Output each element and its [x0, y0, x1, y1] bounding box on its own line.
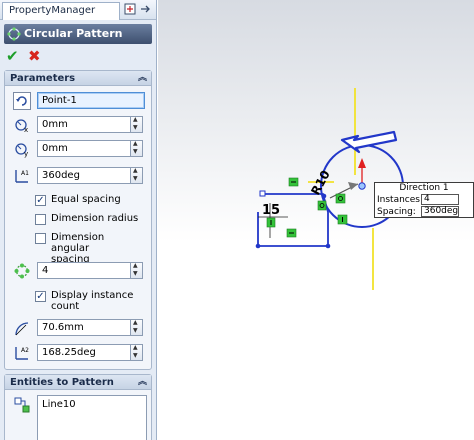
sketch-endpoint[interactable]: [259, 190, 266, 197]
svg-text:A2: A2: [21, 347, 29, 354]
equal-spacing-checkbox[interactable]: ✓: [35, 195, 46, 206]
tangent-relation-icon[interactable]: [335, 193, 346, 204]
property-manager-tab[interactable]: PropertyManager: [2, 2, 120, 20]
sketch-vertex[interactable]: [325, 243, 331, 249]
drag-arrow-handle[interactable]: [340, 130, 398, 154]
dimension-radius-checkbox[interactable]: [35, 214, 46, 225]
callout-title: Direction 1: [399, 183, 449, 193]
center-x-field[interactable]: 0mm: [37, 116, 131, 133]
direction-callout: Direction 1 Instances: 4 Spacing: 360deg: [374, 182, 474, 218]
entities-list[interactable]: Line10: [37, 395, 147, 440]
center-y-icon: y: [15, 143, 28, 158]
center-point-marker[interactable]: [358, 182, 366, 190]
direction-arrow-head: [358, 158, 366, 168]
center-y-field[interactable]: 0mm: [37, 140, 131, 157]
svg-text:y: y: [24, 150, 28, 158]
rotate-point-icon: [13, 92, 31, 110]
collapse-icon[interactable]: ︽: [138, 375, 147, 390]
angle-field[interactable]: 360deg: [37, 167, 131, 184]
center-y-spinner[interactable]: [131, 140, 143, 157]
entities-header-label: Entities to Pattern: [10, 377, 114, 388]
svg-text:x: x: [24, 126, 28, 134]
entities-group-header[interactable]: Entities to Pattern ︽: [5, 375, 151, 390]
center-x-icon: x: [15, 119, 28, 134]
center-point-field[interactable]: Point-1: [37, 92, 145, 109]
svg-text:A1: A1: [21, 170, 29, 177]
sketch-entity-icon: [14, 397, 30, 413]
instances-icon: [14, 263, 30, 279]
instances-spinner[interactable]: [131, 262, 143, 279]
collapse-icon[interactable]: ︽: [138, 71, 147, 86]
expand-panel-icon[interactable]: [139, 3, 151, 15]
equal-spacing-row: ✓ Equal spacing: [35, 194, 145, 208]
display-instance-count-row: ✓ Display instance count: [35, 290, 145, 316]
dimension-angular-label: Dimension angular spacing: [51, 232, 145, 265]
circular-pattern-icon: [7, 27, 21, 41]
dimension-angular-row: Dimension angular spacing: [35, 232, 145, 265]
angle-icon: A1: [15, 170, 29, 183]
graphics-area[interactable]: 15 R10 Direction 1 Instances: 4 Spacing:…: [158, 0, 474, 440]
tab-bar-icons: [124, 3, 154, 17]
dimension-angular-label-line1: Dimension angular: [51, 232, 105, 254]
angle-spinner[interactable]: [131, 167, 143, 184]
callout-instances-label: Instances:: [377, 195, 424, 205]
equal-spacing-label: Equal spacing: [51, 194, 121, 205]
callout-spacing-label: Spacing:: [377, 207, 416, 217]
panel-tab-bar: PropertyManager: [0, 0, 156, 20]
pin-icon[interactable]: [124, 3, 136, 15]
tangent-relation-icon[interactable]: [317, 200, 327, 211]
entities-group: Entities to Pattern ︽ Line10: [4, 374, 152, 440]
callout-spacing-field[interactable]: 360deg: [421, 206, 459, 217]
dimension-15[interactable]: 15: [262, 203, 280, 218]
parameters-header-label: Parameters: [10, 73, 76, 84]
property-manager-panel: PropertyManager Circular Pattern ✔ ✖ Par…: [0, 0, 157, 440]
radius-icon: [15, 322, 29, 336]
radius-field[interactable]: 70.6mm: [37, 319, 131, 336]
sketch-canvas: 15 R10: [255, 88, 404, 290]
display-instance-count-line2: count: [51, 301, 80, 312]
center-x-spinner[interactable]: [131, 116, 143, 133]
display-instance-count-checkbox[interactable]: ✓: [35, 291, 46, 302]
sketch-vertex[interactable]: [255, 243, 261, 249]
display-instance-count-label: Display instance count: [51, 290, 133, 312]
list-item[interactable]: Line10: [42, 399, 142, 410]
callout-instances-field[interactable]: 4: [421, 194, 459, 205]
feature-title: Circular Pattern: [24, 27, 123, 40]
dimension-radius-label: Dimension radius: [51, 213, 139, 224]
radius-spinner[interactable]: [131, 319, 143, 336]
dimension-radius-row: Dimension radius: [35, 213, 145, 227]
feature-title-bar: Circular Pattern: [4, 24, 152, 44]
dimension-angular-checkbox[interactable]: [35, 233, 46, 244]
sketch-vertex[interactable]: [321, 193, 327, 199]
display-instance-count-line1: Display instance: [51, 290, 134, 301]
ok-button[interactable]: ✔: [6, 48, 22, 64]
parameters-group-header[interactable]: Parameters ︽: [5, 71, 151, 86]
parameters-group: Parameters ︽ Point-1 x 0mm y 0mm A1 360: [4, 70, 152, 370]
arc-angle-spinner[interactable]: [131, 344, 143, 361]
arc-angle-field[interactable]: 168.25deg: [37, 344, 131, 361]
arc-angle-icon: A2: [15, 347, 29, 360]
instances-field[interactable]: 4: [37, 262, 131, 279]
cancel-button[interactable]: ✖: [28, 48, 44, 64]
